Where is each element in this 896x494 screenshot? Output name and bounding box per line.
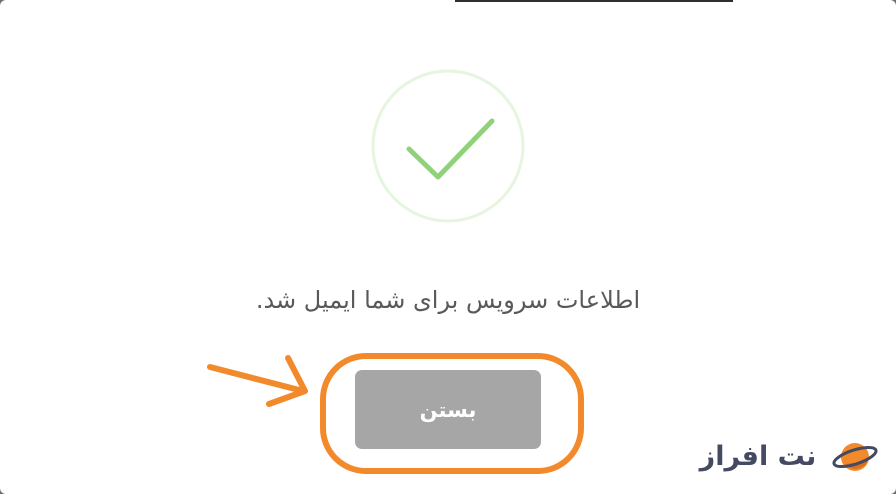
checkmark-circle-icon [371, 69, 525, 223]
dialog-top-edge [455, 0, 733, 2]
arrow-head [266, 355, 308, 407]
close-button[interactable]: بستن [355, 370, 541, 449]
checkmark-stroke [406, 118, 495, 180]
success-ring [371, 69, 525, 223]
screen: اطلاعات سرویس برای شما ایمیل شد. بستن نت… [0, 0, 896, 494]
brand-name: نت افراز [699, 441, 817, 472]
arrow-shaft [207, 364, 306, 394]
brand-logo: نت افراز [686, 434, 882, 480]
planet-icon [832, 443, 878, 471]
success-dialog: اطلاعات سرویس برای شما ایمیل شد. بستن نت… [0, 0, 896, 494]
success-message: اطلاعات سرویس برای شما ایمیل شد. [255, 286, 641, 314]
arrow-icon [207, 355, 308, 407]
